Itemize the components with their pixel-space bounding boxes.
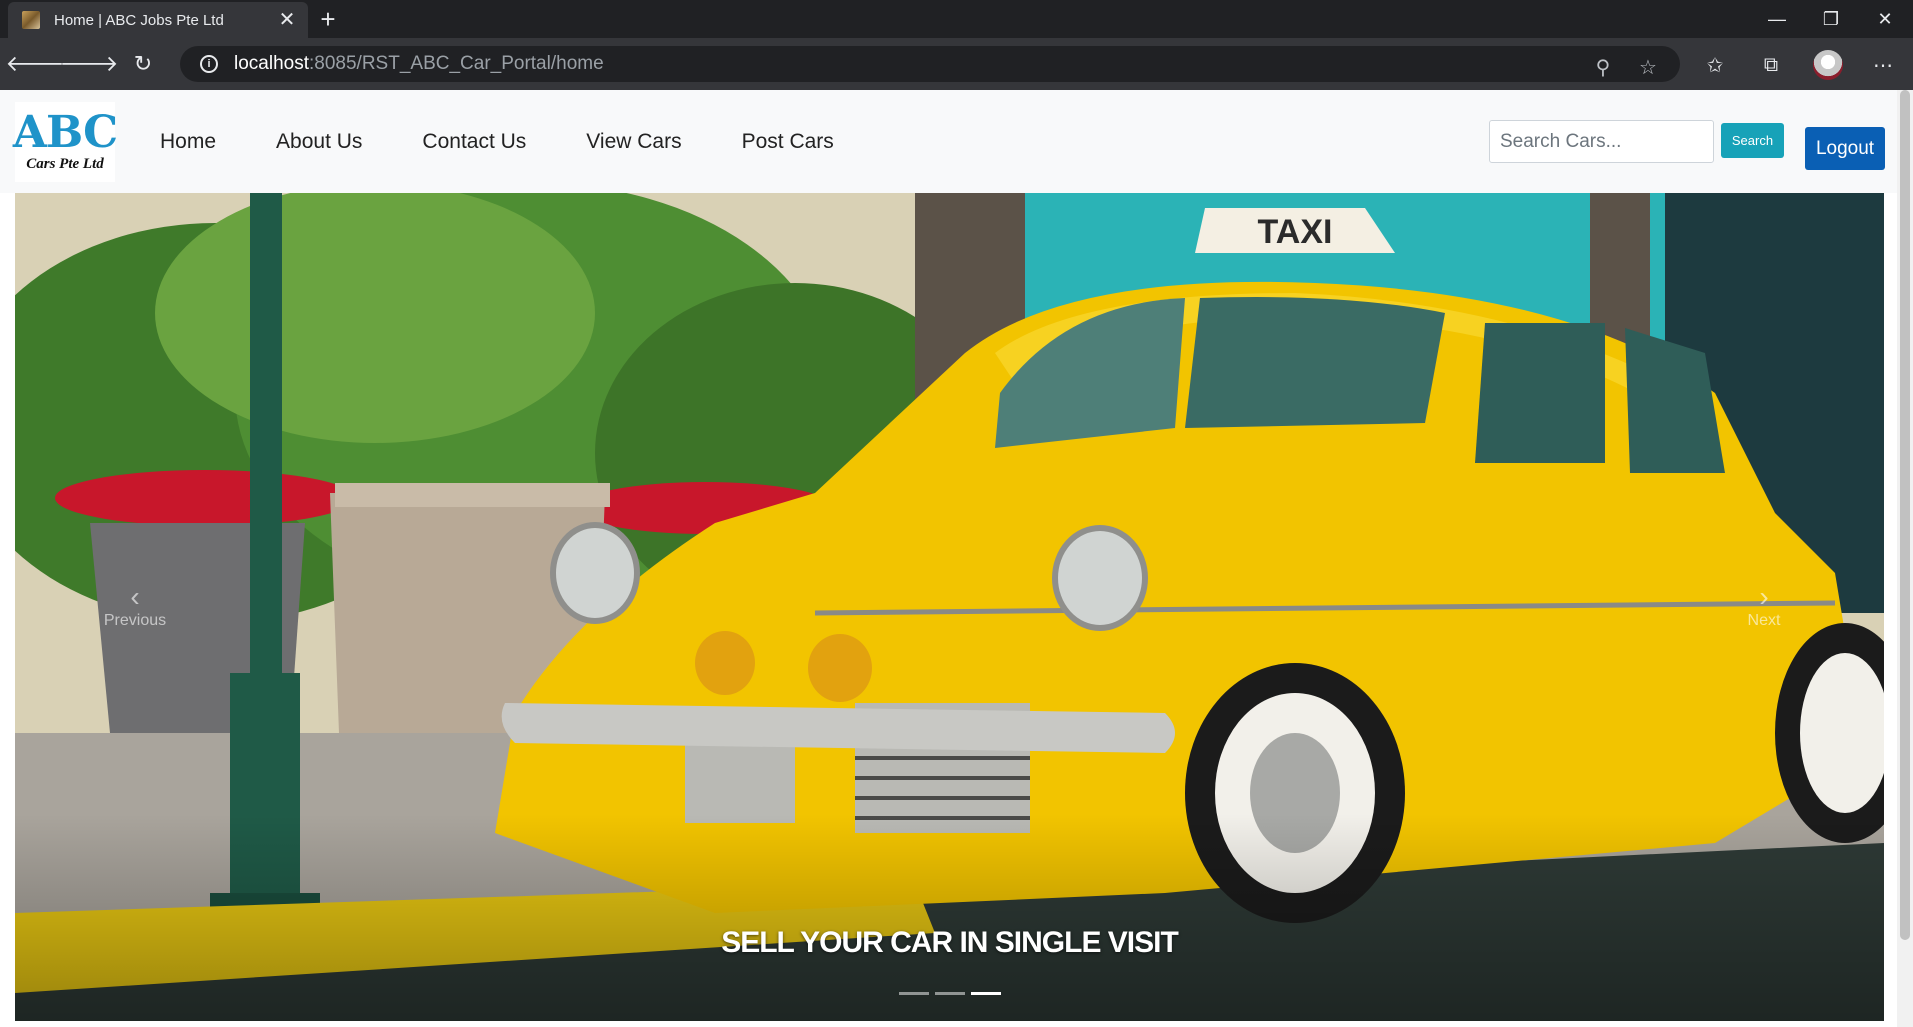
nav-link-post-cars[interactable]: Post Cars: [742, 130, 834, 154]
previous-label: Previous: [103, 612, 167, 629]
page-content: ABC Cars Pte Ltd Home About Us Contact U…: [0, 90, 1913, 1027]
url-path: :8085/RST_ABC_Car_Portal/home: [309, 53, 604, 74]
logo-text: ABC: [12, 106, 118, 158]
nav-link-home[interactable]: Home: [160, 130, 216, 154]
url-host: localhost: [234, 53, 309, 74]
minimize-icon[interactable]: —: [1749, 0, 1805, 38]
search-button[interactable]: Search: [1721, 123, 1784, 158]
logout-button[interactable]: Logout: [1805, 127, 1885, 170]
close-window-icon[interactable]: ✕: [1857, 0, 1913, 38]
next-label: Next: [1747, 612, 1781, 629]
carousel-caption: SELL YOUR CAR IN SINGLE VISIT: [721, 926, 1179, 959]
carousel-indicator-3[interactable]: [970, 992, 1001, 995]
profile-avatar[interactable]: [1813, 50, 1843, 80]
back-arrow-icon[interactable]: 🡐: [6, 47, 65, 81]
address-bar[interactable]: i localhost:8085/RST_ABC_Car_Portal/home…: [180, 46, 1680, 82]
browser-tab-strip: Home | ABC Jobs Pte Ltd ✕ + — ❐ ✕: [0, 0, 1913, 38]
site-favicon-icon: [22, 11, 40, 29]
chevron-right-icon: ›: [1759, 581, 1769, 612]
carousel-indicator-1[interactable]: [898, 992, 929, 995]
browser-tab[interactable]: Home | ABC Jobs Pte Ltd ✕: [8, 2, 308, 38]
restore-icon[interactable]: ❐: [1803, 0, 1859, 38]
nav-menu: Home About Us Contact Us View Cars Post …: [160, 90, 894, 193]
carousel-indicator-2[interactable]: [934, 992, 965, 995]
more-menu-icon[interactable]: ⋯: [1868, 50, 1898, 80]
scrollbar-thumb[interactable]: [1900, 90, 1910, 940]
site-logo[interactable]: ABC Cars Pte Ltd: [12, 102, 118, 182]
chevron-left-icon: ‹: [130, 581, 140, 612]
carousel-previous-control[interactable]: ‹ Previous: [15, 193, 255, 1021]
collections-icon[interactable]: ⧉: [1756, 50, 1786, 80]
zoom-icon[interactable]: ⚲: [1590, 54, 1616, 80]
carousel-next-control[interactable]: › Next: [1644, 193, 1884, 1021]
tab-title: Home | ABC Jobs Pte Ltd: [54, 11, 224, 29]
favorite-star-icon[interactable]: ☆: [1635, 54, 1661, 80]
carousel-indicators: [15, 992, 1884, 995]
page-scrollbar[interactable]: [1897, 90, 1913, 1027]
browser-toolbar: 🡐 🡒 ↻ i localhost:8085/RST_ABC_Car_Porta…: [0, 38, 1913, 90]
favorites-icon[interactable]: ✩: [1700, 50, 1730, 80]
site-navbar: ABC Cars Pte Ltd Home About Us Contact U…: [0, 90, 1897, 193]
search-cars-input[interactable]: [1489, 120, 1714, 163]
nav-link-view-cars[interactable]: View Cars: [586, 130, 681, 154]
new-tab-button[interactable]: +: [314, 5, 342, 33]
site-info-icon[interactable]: i: [200, 55, 218, 73]
close-tab-icon[interactable]: ✕: [276, 10, 298, 30]
nav-link-about-us[interactable]: About Us: [276, 130, 362, 154]
taxi-slide-image: TAXI: [15, 193, 1884, 1021]
logo-subtitle: Cars Pte Ltd: [26, 155, 104, 172]
nav-link-contact-us[interactable]: Contact Us: [422, 130, 526, 154]
forward-arrow-icon[interactable]: 🡒: [60, 47, 119, 81]
reload-icon[interactable]: ↻: [126, 47, 160, 81]
hero-carousel: TAXI: [15, 193, 1884, 1021]
